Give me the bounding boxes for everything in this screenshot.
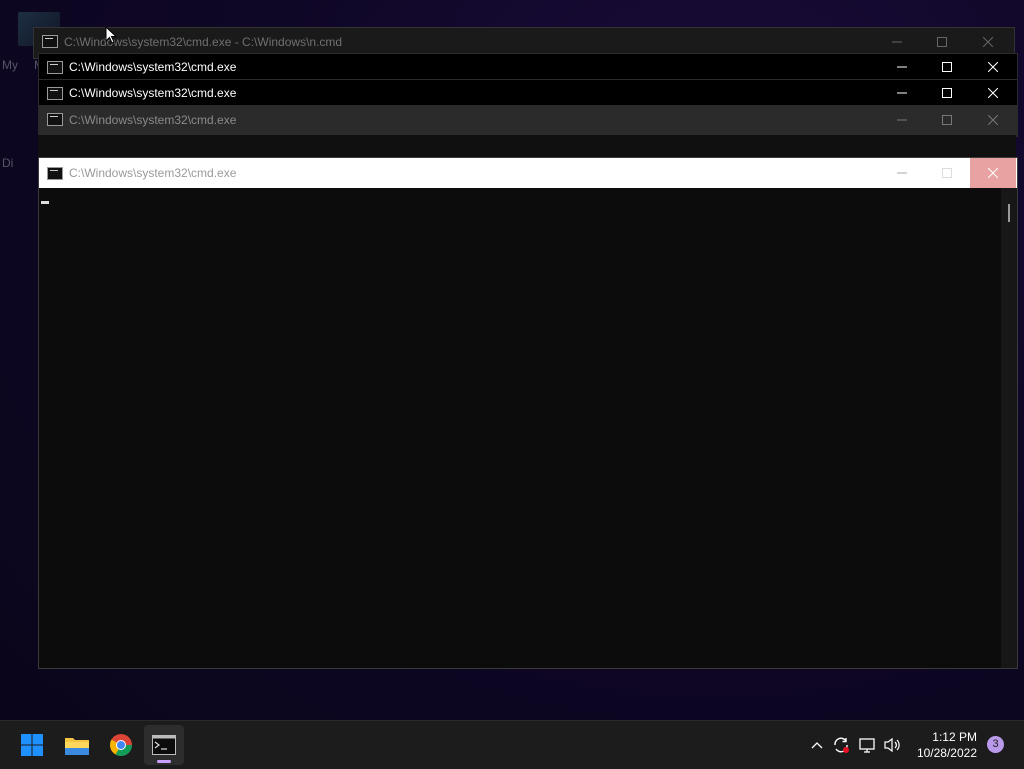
sync-tray-button[interactable] [829, 721, 853, 769]
sync-icon [834, 737, 849, 753]
cmd-window-focused[interactable]: C:\Windows\system32\cmd.exe [38, 157, 1018, 669]
cmd-window[interactable]: C:\Windows\system32\cmd.exe [38, 105, 1018, 137]
minimize-button[interactable] [879, 54, 925, 80]
close-button[interactable] [965, 28, 1011, 56]
cmd-icon [47, 87, 63, 100]
maximize-button[interactable] [919, 28, 965, 56]
cmd-icon [47, 167, 63, 180]
chevron-up-icon [811, 742, 823, 749]
window-title: C:\Windows\system32\cmd.exe [69, 60, 237, 74]
title-bar[interactable]: C:\Windows\system32\cmd.exe [39, 80, 1017, 106]
text-cursor [41, 201, 49, 204]
start-button[interactable] [12, 725, 52, 765]
minimize-button[interactable] [879, 158, 925, 188]
minimize-button[interactable] [879, 80, 925, 106]
close-button[interactable] [970, 106, 1016, 134]
maximize-button[interactable] [924, 106, 970, 134]
cmd-icon [47, 113, 63, 126]
close-button[interactable] [970, 54, 1016, 80]
file-explorer-button[interactable] [57, 725, 97, 765]
minimize-button[interactable] [879, 106, 925, 134]
desktop-label: My [2, 58, 18, 72]
close-button[interactable] [970, 158, 1016, 188]
scrollbar[interactable] [1001, 188, 1017, 668]
window-title: C:\Windows\system32\cmd.exe [69, 113, 237, 127]
clock[interactable]: 1:12 PM 10/28/2022 [917, 729, 977, 761]
scrollbar-thumb[interactable] [1008, 204, 1010, 222]
minimize-button[interactable] [874, 28, 920, 56]
clock-date: 10/28/2022 [916, 746, 977, 760]
window-gap [38, 135, 1016, 157]
network-icon [859, 738, 875, 753]
start-icon [21, 734, 43, 756]
terminal-button[interactable] [144, 725, 184, 765]
close-button[interactable] [970, 80, 1016, 106]
window-title: C:\Windows\system32\cmd.exe [69, 166, 237, 180]
active-indicator [157, 760, 171, 763]
desktop-label: Di [2, 156, 14, 170]
title-bar[interactable]: C:\Windows\system32\cmd.exe [39, 158, 1017, 188]
title-bar[interactable]: C:\Windows\system32\cmd.exe [39, 106, 1017, 134]
title-bar[interactable]: C:\Windows\system32\cmd.exe - C:\Windows… [34, 28, 1014, 56]
mouse-pointer-icon [105, 26, 117, 44]
network-button[interactable] [856, 721, 880, 769]
maximize-button[interactable] [924, 80, 970, 106]
cmd-icon [42, 35, 58, 48]
show-hidden-icons-button[interactable] [806, 721, 828, 769]
window-title: C:\Windows\system32\cmd.exe [69, 86, 237, 100]
maximize-button[interactable] [924, 54, 970, 80]
notification-badge[interactable]: 3 [987, 736, 1004, 753]
terminal-icon [152, 735, 176, 755]
maximize-button[interactable] [924, 158, 970, 188]
chrome-icon [110, 734, 132, 756]
chrome-button[interactable] [101, 725, 141, 765]
volume-icon [884, 737, 900, 753]
file-explorer-icon [65, 738, 89, 755]
volume-button[interactable] [881, 721, 905, 769]
clock-time: 1:12 PM [932, 730, 977, 744]
taskbar: 1:12 PM 10/28/2022 3 [0, 720, 1024, 769]
title-bar[interactable]: C:\Windows\system32\cmd.exe [39, 54, 1017, 80]
cmd-icon [47, 61, 63, 74]
